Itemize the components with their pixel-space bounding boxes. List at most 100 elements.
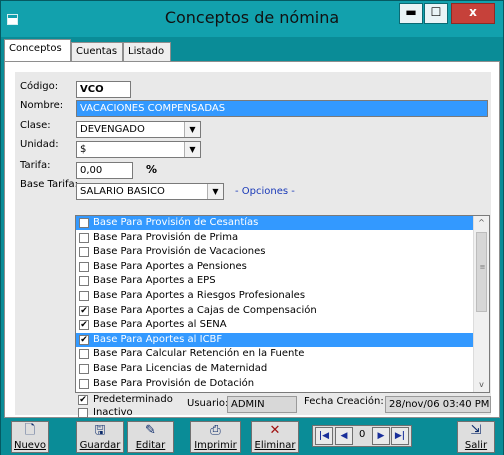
maximize-button[interactable]: ☐: [424, 3, 448, 24]
unidad-value: $: [80, 144, 87, 155]
guardar-button[interactable]: 🖫 Guardar: [76, 421, 124, 453]
tab-cuentas[interactable]: Cuentas: [71, 42, 123, 62]
exit-icon: ⇲: [470, 423, 482, 438]
list-item-label: Base Para Aportes a Riesgos Profesionale…: [93, 290, 306, 301]
list-item[interactable]: Base Para Provisión de Cesantías: [76, 216, 474, 230]
list-item[interactable]: ✔ Base Para Aportes a Cajas de Compensaci…: [76, 304, 474, 318]
save-icon: 🖫: [94, 423, 106, 438]
list-item-checkbox[interactable]: ✔: [79, 334, 89, 345]
codigo-field[interactable]: VCO: [76, 81, 131, 98]
close-button[interactable]: x: [451, 3, 495, 24]
list-item[interactable]: Base Para Provisión de Vacaciones: [76, 245, 474, 259]
tab-conceptos[interactable]: Conceptos: [4, 39, 71, 62]
delete-icon: ✕: [269, 423, 281, 438]
list-item-label: Base Para Aportes a Pensiones: [93, 260, 247, 272]
salir-button[interactable]: ⇲ Salir: [457, 421, 495, 453]
title-bar: Conceptos de nómina ▬ ☐ x: [1, 1, 503, 37]
list-item-checkbox[interactable]: [79, 378, 89, 389]
tab-listado[interactable]: Listado: [123, 42, 171, 62]
list-item-label: Base Para Aportes a EPS: [93, 275, 216, 287]
new-document-icon: 🗋: [24, 423, 36, 438]
inactivo-label: Inactivo: [93, 407, 133, 418]
list-item-checkbox[interactable]: ✔: [79, 320, 89, 331]
editar-button-label: Editar: [135, 440, 166, 451]
base-tarifa-label: Base Tarifa:: [20, 179, 79, 190]
predeterminado-checkbox[interactable]: ✔: [78, 395, 88, 405]
list-item[interactable]: Base Para Licencias de Maternidad: [76, 362, 474, 376]
codigo-label: Código:: [20, 81, 59, 92]
printer-icon: ⎙: [210, 423, 221, 438]
list-item-label: Base Para Calcular Retención en la Fuent…: [93, 348, 305, 360]
base-tarifa-value: SALARIO BASICO: [80, 186, 165, 197]
grip-icon: ≡: [479, 263, 486, 271]
minimize-button[interactable]: ▬: [399, 3, 423, 24]
window: Conceptos de nómina ▬ ☐ x Conceptos Cuen…: [0, 0, 504, 455]
list-item[interactable]: Base Para Aportes a Riesgos Profesionale…: [76, 289, 474, 303]
scroll-thumb[interactable]: ≡: [476, 232, 487, 312]
list-item[interactable]: ✔ Base Para Aportes al ICBF: [76, 332, 474, 347]
predeterminado-label: Predeterminado: [93, 394, 173, 405]
chevron-down-icon[interactable]: ▼: [184, 122, 200, 137]
first-record-icon[interactable]: |◀: [315, 427, 333, 445]
last-record-icon[interactable]: ▶|: [391, 427, 409, 445]
guardar-button-label: Guardar: [79, 440, 121, 451]
nuevo-button[interactable]: 🗋 Nuevo: [11, 421, 49, 453]
list-item-checkbox[interactable]: [79, 349, 89, 360]
list-item-checkbox[interactable]: [79, 218, 89, 228]
tab-panel-conceptos: Código: VCO Nombre: VACACIONES COMPENSAD…: [4, 61, 500, 418]
bottom-toolbar: 🗋 Nuevo 🖫 Guardar ✎ Editar ⎙ Imprimir ✕ …: [1, 419, 503, 455]
tarifa-label: Tarifa:: [20, 160, 51, 171]
opciones-link[interactable]: - Opciones -: [235, 186, 295, 197]
base-tarifa-select[interactable]: SALARIO BASICO ▼: [76, 183, 224, 200]
scroll-down-icon[interactable]: v: [474, 378, 489, 392]
usuario-value: ADMIN: [227, 396, 297, 413]
list-item-checkbox[interactable]: [79, 247, 89, 258]
chevron-down-icon[interactable]: ▼: [184, 142, 200, 157]
fecha-creacion-value: 28/nov/06 03:40 PM: [385, 396, 491, 413]
list-item[interactable]: Base Para Provisión de Dotación: [76, 377, 474, 391]
list-item[interactable]: Base Para Aportes a Pensiones: [76, 260, 474, 274]
clase-select[interactable]: DEVENGADO ▼: [76, 121, 201, 138]
fecha-creacion-label: Fecha Creación:: [304, 396, 384, 407]
eliminar-button[interactable]: ✕ Eliminar: [251, 421, 299, 453]
editar-button[interactable]: ✎ Editar: [127, 421, 174, 453]
list-item-checkbox[interactable]: [79, 364, 89, 374]
clase-value: DEVENGADO: [80, 124, 145, 135]
percent-label: %: [146, 163, 158, 176]
list-item[interactable]: Base Para Provisión de Prima: [76, 231, 474, 245]
list-item-label: Base Para Aportes a Cajas de Compensació…: [93, 304, 317, 316]
tarifa-field[interactable]: 0,00: [76, 162, 133, 179]
next-record-icon[interactable]: ▶: [372, 427, 390, 445]
list-item-checkbox[interactable]: [79, 261, 89, 272]
list-item-label: Base Para Aportes al ICBF: [93, 333, 223, 345]
chevron-down-icon[interactable]: ▼: [207, 184, 223, 199]
eliminar-button-label: Eliminar: [254, 440, 296, 451]
imprimir-button[interactable]: ⎙ Imprimir: [190, 421, 241, 453]
imprimir-button-label: Imprimir: [194, 440, 237, 451]
list-item[interactable]: Base Para Calcular Retención en la Fuent…: [76, 347, 474, 361]
nombre-label: Nombre:: [20, 100, 64, 111]
nombre-field[interactable]: VACACIONES COMPENSADAS: [76, 100, 488, 117]
list-item-checkbox[interactable]: ✔: [79, 305, 89, 316]
unidad-select[interactable]: $ ▼: [76, 141, 201, 158]
inactivo-checkbox[interactable]: [78, 408, 88, 418]
list-item[interactable]: ✔ Base Para Aportes al SENA: [76, 318, 474, 332]
list-scrollbar[interactable]: ^ ≡ v: [473, 216, 489, 392]
edit-icon: ✎: [145, 423, 156, 438]
clase-label: Clase:: [20, 120, 51, 131]
list-item-checkbox[interactable]: [79, 276, 89, 287]
prev-record-icon[interactable]: ◀: [335, 427, 353, 445]
list-item-checkbox[interactable]: [79, 232, 89, 243]
list-item-label: Base Para Provisión de Prima: [93, 231, 239, 243]
record-number: 0: [359, 429, 366, 440]
options-checklist[interactable]: Base Para Provisión de Cesantías Base Par…: [75, 215, 490, 393]
list-item-label: Base Para Provisión de Vacaciones: [93, 246, 266, 258]
list-item-label: Base Para Provisión de Dotación: [93, 377, 255, 389]
unidad-label: Unidad:: [20, 139, 59, 150]
list-item-checkbox[interactable]: [79, 291, 89, 301]
list-item[interactable]: Base Para Aportes a EPS: [76, 274, 474, 288]
concept-form: Código: VCO Nombre: VACACIONES COMPENSAD…: [15, 72, 491, 418]
scroll-up-icon[interactable]: ^: [474, 216, 489, 230]
usuario-label: Usuario:: [187, 398, 229, 409]
nuevo-button-label: Nuevo: [13, 440, 46, 451]
